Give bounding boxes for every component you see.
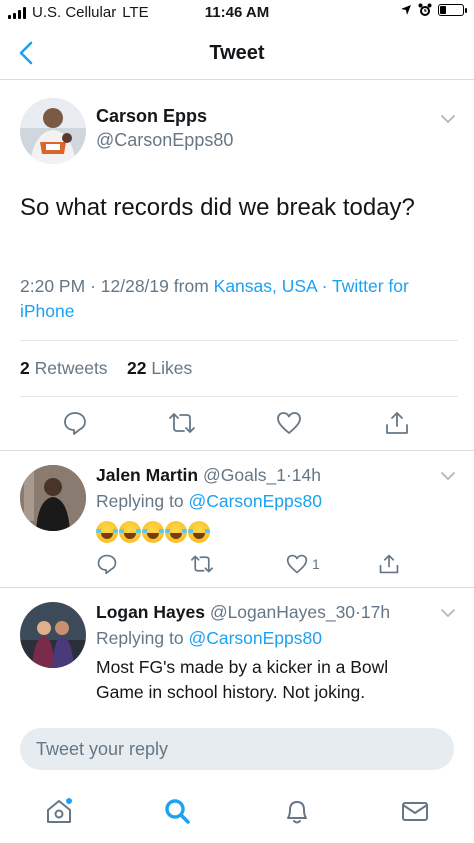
reply-icon xyxy=(97,554,117,575)
replying-to-label: Replying to xyxy=(96,628,184,648)
tweet-text: So what records did we break today? xyxy=(20,194,415,221)
tweet-date: 12/28/19 xyxy=(100,276,169,296)
reply-icon xyxy=(64,412,86,435)
chevron-down-icon[interactable] xyxy=(440,608,456,618)
replying-to-line: Replying to @CarsonEpps80 xyxy=(96,491,322,512)
tweet-stats: 2 Retweets 22 Likes xyxy=(20,358,192,379)
battery-icon xyxy=(438,4,467,16)
divider xyxy=(20,340,458,341)
like-button[interactable]: 1 xyxy=(286,553,320,575)
tab-notifications[interactable] xyxy=(282,796,312,826)
face-with-tears-of-joy-emoji xyxy=(142,521,164,543)
avatar-photo xyxy=(20,602,86,668)
reply-author-name[interactable]: Jalen Martin xyxy=(96,465,198,485)
share-icon xyxy=(386,412,408,434)
messages-icon xyxy=(402,802,428,821)
reply-author-name[interactable]: Logan Hayes xyxy=(96,602,205,622)
retweet-count: 2 xyxy=(20,358,30,378)
reply-header: Logan Hayes @LoganHayes_30·17h xyxy=(96,602,390,623)
author-name[interactable]: Carson Epps xyxy=(96,106,207,127)
tab-home[interactable] xyxy=(44,796,74,826)
avatar[interactable] xyxy=(20,98,86,164)
avatar[interactable] xyxy=(20,465,86,531)
tweet-meta: 2:20 PM · 12/28/19 from Kansas, USA · Tw… xyxy=(20,274,460,324)
tab-messages[interactable] xyxy=(400,796,430,826)
tweet-action-bar xyxy=(0,410,474,440)
avatar[interactable] xyxy=(20,602,86,668)
chevron-down-icon[interactable] xyxy=(440,471,456,481)
reply-header: Jalen Martin @Goals_1·14h xyxy=(96,465,321,486)
retweet-icon xyxy=(191,555,213,573)
avatar-photo xyxy=(20,98,86,164)
face-with-tears-of-joy-emoji xyxy=(188,521,210,543)
reply-bar xyxy=(0,720,474,780)
status-right xyxy=(400,3,467,17)
reply-tweet[interactable]: Logan Hayes @LoganHayes_30·17h Replying … xyxy=(0,588,474,720)
battery-fill xyxy=(440,6,446,14)
retweets-stat[interactable]: 2 Retweets xyxy=(20,358,108,378)
nav-bar: Tweet xyxy=(0,28,474,80)
alarm-clock-icon xyxy=(418,3,432,16)
reply-tweet[interactable]: Jalen Martin @Goals_1·14h Replying to @C… xyxy=(0,451,474,587)
retweet-icon xyxy=(169,413,195,433)
share-button[interactable] xyxy=(378,553,400,575)
likes-stat[interactable]: 22 Likes xyxy=(127,358,192,378)
replying-to-line: Replying to @CarsonEpps80 xyxy=(96,628,322,649)
share-button[interactable] xyxy=(384,410,410,436)
page-title: Tweet xyxy=(209,42,265,64)
reply-action-bar: 1 xyxy=(0,553,474,579)
reply-button[interactable] xyxy=(96,553,118,575)
reply-age: 14h xyxy=(291,465,321,485)
reply-age: 17h xyxy=(360,602,391,622)
reply-emoji-row xyxy=(96,521,210,543)
retweet-button[interactable] xyxy=(168,410,196,436)
home-icon xyxy=(47,798,72,823)
replying-to-label: Replying to xyxy=(96,491,184,511)
search-icon xyxy=(165,799,190,824)
status-bar: U.S. Cellular LTE 11:46 AM xyxy=(0,0,474,28)
reply-author-handle[interactable]: @LoganHayes_30 xyxy=(210,602,355,622)
face-with-tears-of-joy-emoji xyxy=(119,521,141,543)
reply-author-handle[interactable]: @Goals_1 xyxy=(203,465,286,485)
tweet-location-link[interactable]: Kansas, USA xyxy=(214,276,317,296)
meta-separator: · xyxy=(90,276,96,296)
replying-to-link[interactable]: @CarsonEpps80 xyxy=(188,628,322,648)
heart-icon xyxy=(286,554,308,574)
replying-to-link[interactable]: @CarsonEpps80 xyxy=(188,491,322,511)
reply-button[interactable] xyxy=(62,410,88,436)
meta-separator: · xyxy=(321,276,328,296)
retweet-label: Retweets xyxy=(34,358,108,378)
reply-text: Most FG's made by a kicker in a Bowl Gam… xyxy=(96,657,389,702)
like-button[interactable] xyxy=(276,410,302,436)
tweet-time: 2:20 PM xyxy=(20,276,86,296)
tweet-reply-input[interactable] xyxy=(20,728,454,770)
avatar-photo xyxy=(20,465,86,531)
chevron-down-icon[interactable] xyxy=(440,114,456,124)
tab-bar xyxy=(0,780,474,843)
reply-like-count: 1 xyxy=(312,556,320,572)
like-count: 22 xyxy=(127,358,147,378)
share-icon xyxy=(379,554,399,574)
face-with-tears-of-joy-emoji xyxy=(165,521,187,543)
face-with-tears-of-joy-emoji xyxy=(96,521,118,543)
notifications-icon xyxy=(287,801,307,824)
from-label: from xyxy=(173,276,209,296)
like-label: Likes xyxy=(151,358,193,378)
divider xyxy=(20,396,458,397)
author-handle[interactable]: @CarsonEpps80 xyxy=(96,130,233,151)
retweet-button[interactable] xyxy=(190,553,214,575)
location-arrow-icon xyxy=(401,5,411,15)
heart-icon xyxy=(277,412,301,434)
main-tweet: Carson Epps @CarsonEpps80 So what record… xyxy=(0,80,474,460)
tab-search[interactable] xyxy=(162,796,192,826)
